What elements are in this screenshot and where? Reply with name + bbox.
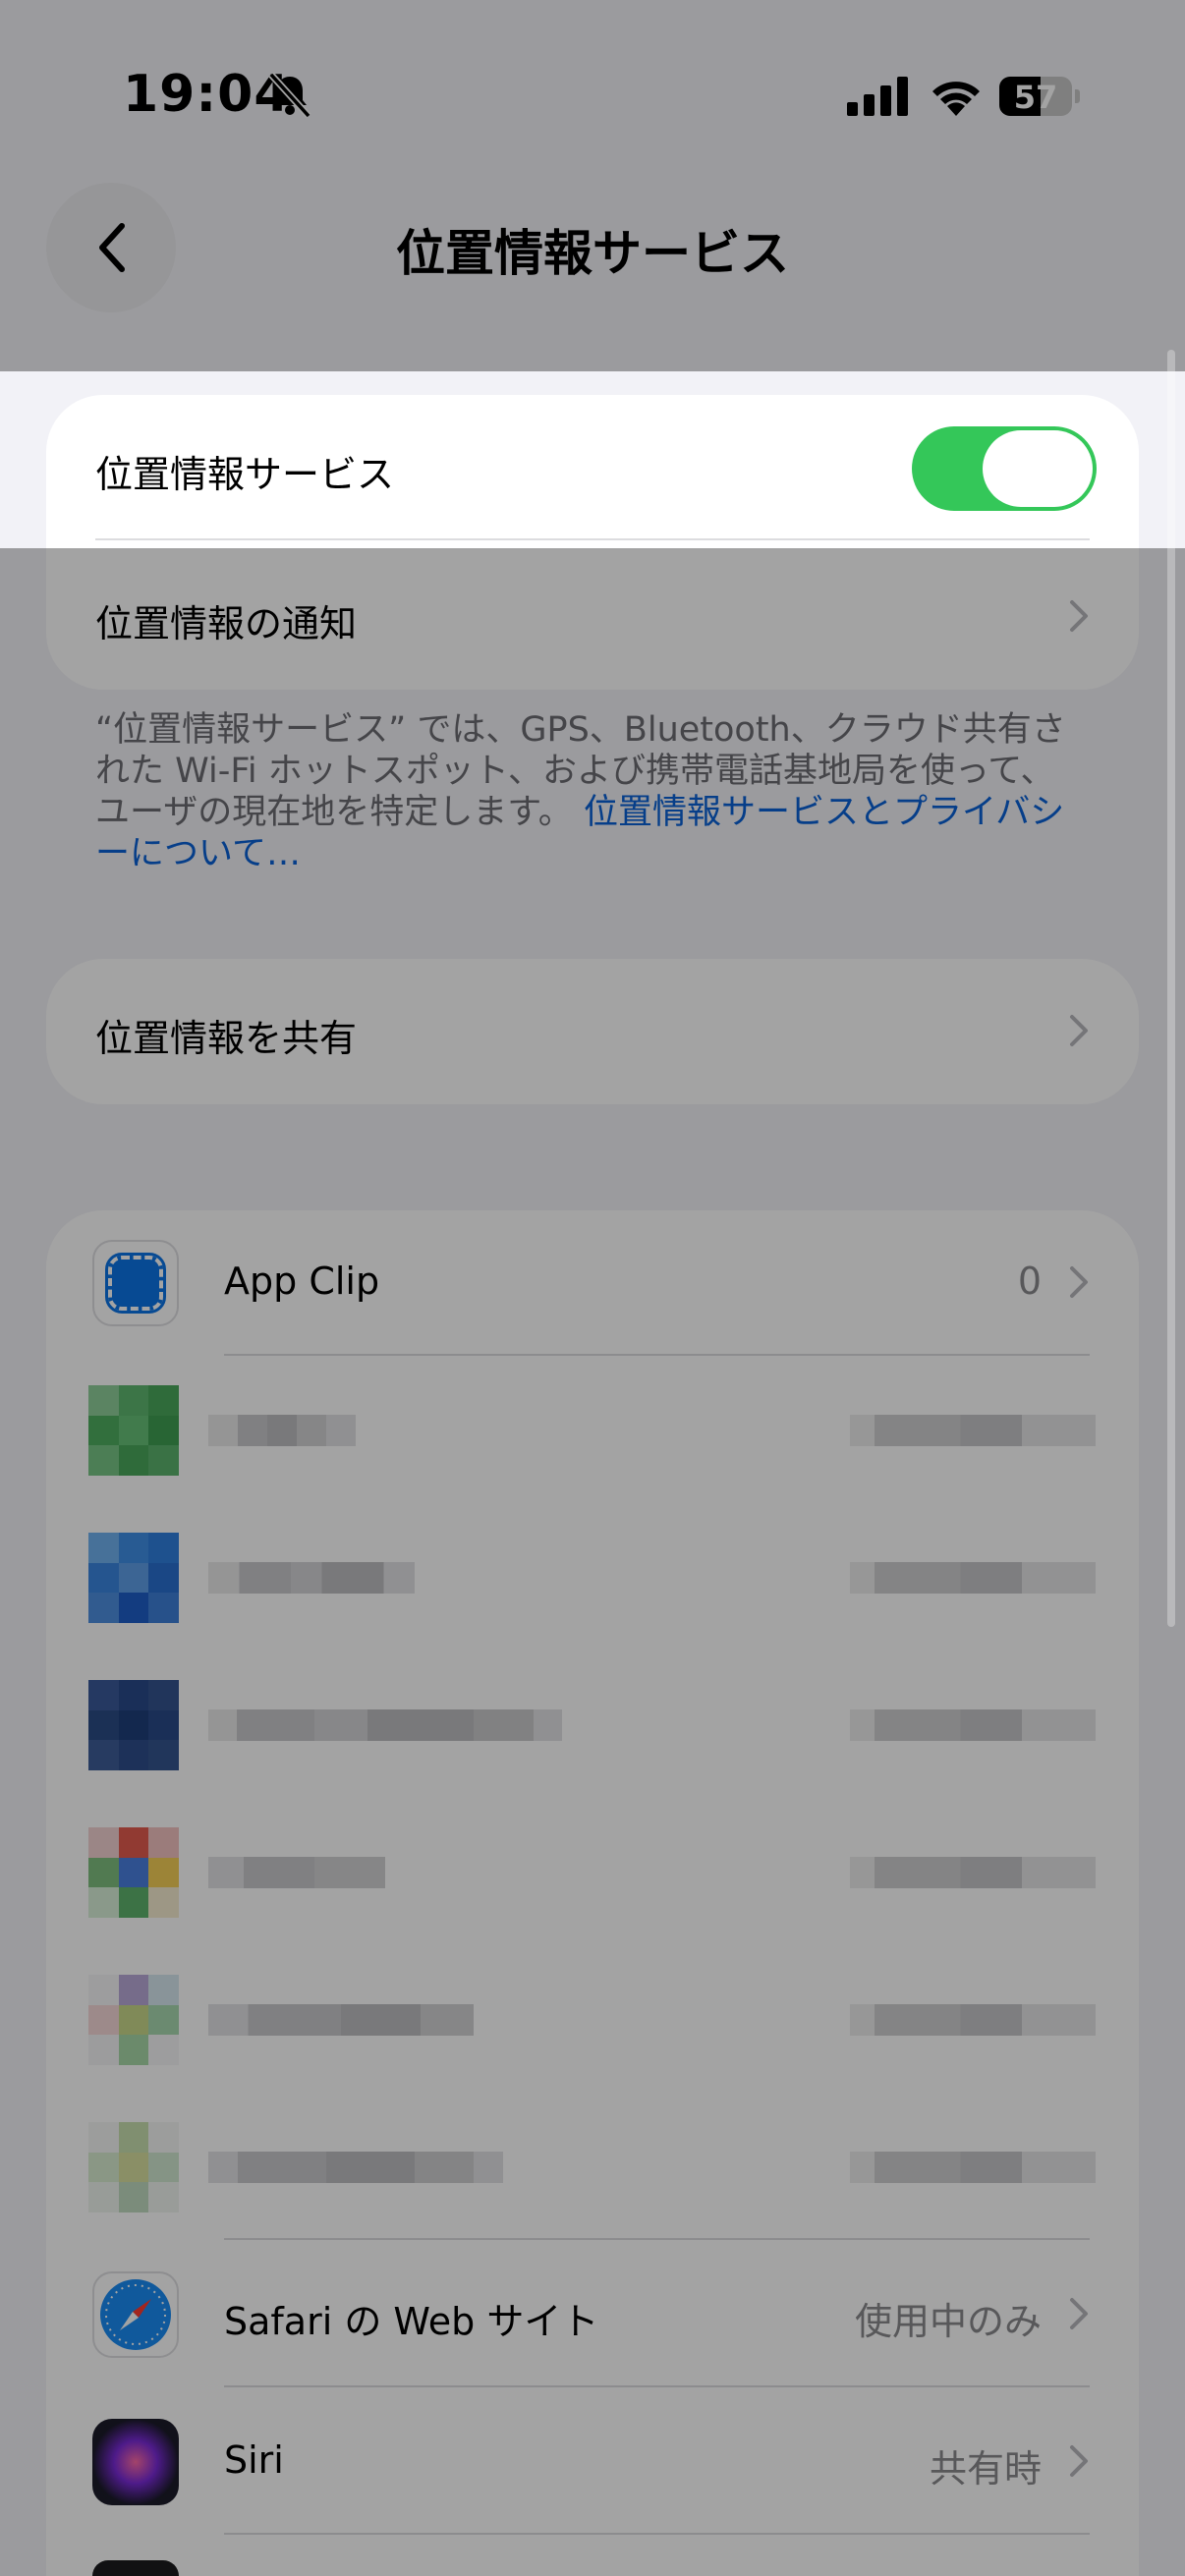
location-services-label: 位置情報サービス xyxy=(95,453,395,496)
divider xyxy=(95,538,1090,540)
scrollbar[interactable] xyxy=(1167,350,1175,1627)
location-services-toggle[interactable] xyxy=(912,426,1097,511)
dim-overlay-bottom xyxy=(0,548,1185,2576)
dim-overlay-top xyxy=(0,0,1185,371)
toggle-knob xyxy=(983,430,1093,507)
